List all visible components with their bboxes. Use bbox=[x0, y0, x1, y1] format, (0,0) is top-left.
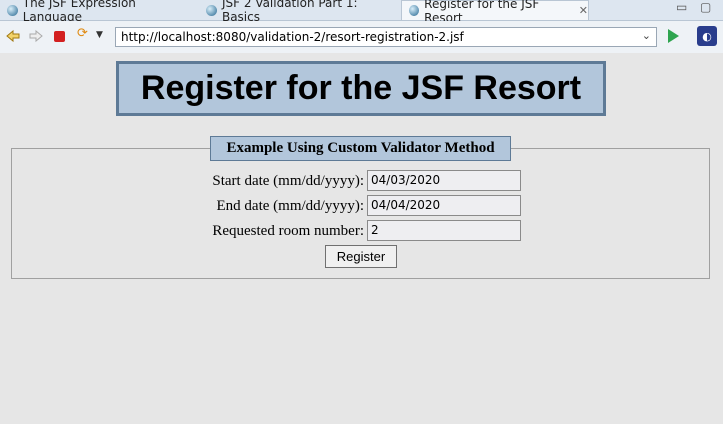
browser-app-icon[interactable]: ◐ bbox=[697, 26, 717, 46]
globe-icon bbox=[409, 5, 420, 16]
back-arrow-icon[interactable] bbox=[6, 29, 20, 43]
room-number-label: Requested room number: bbox=[212, 223, 364, 239]
page-title: Register for the JSF Resort bbox=[116, 61, 606, 116]
start-date-input[interactable]: 04/03/2020 bbox=[367, 170, 521, 191]
end-date-row: End date (mm/dd/yyyy): 04/04/2020 bbox=[0, 195, 723, 217]
fieldset-legend: Example Using Custom Validator Method bbox=[210, 136, 511, 161]
globe-icon bbox=[7, 4, 18, 16]
address-bar[interactable]: http://localhost:8080/validation-2/resor… bbox=[115, 27, 657, 47]
refresh-icon[interactable]: ⟳ bbox=[77, 26, 91, 41]
maximize-icon[interactable]: ▢ bbox=[700, 0, 711, 14]
forward-arrow-icon[interactable] bbox=[29, 29, 43, 43]
stop-icon[interactable] bbox=[54, 31, 65, 42]
url-text: http://localhost:8080/validation-2/resor… bbox=[121, 30, 464, 44]
start-date-row: Start date (mm/dd/yyyy): 04/03/2020 bbox=[0, 170, 723, 192]
globe-icon bbox=[206, 4, 217, 16]
minimize-icon[interactable]: ▭ bbox=[676, 0, 687, 14]
tab-jsf-expression-language[interactable]: The JSF Expression Language bbox=[0, 0, 195, 24]
tab-jsf2-validation-basics[interactable]: JSF 2 Validation Part 1: Basics bbox=[199, 0, 399, 24]
end-date-label: End date (mm/dd/yyyy): bbox=[216, 198, 364, 214]
start-date-label: Start date (mm/dd/yyyy): bbox=[212, 173, 364, 189]
end-date-input[interactable]: 04/04/2020 bbox=[367, 195, 521, 216]
tab-register-jsf-resort[interactable]: Register for the JSF Resort ✕ bbox=[401, 0, 589, 25]
go-icon[interactable] bbox=[668, 29, 679, 43]
history-dropdown-icon[interactable]: ▼ bbox=[96, 30, 110, 44]
chevron-down-icon[interactable]: ⌄ bbox=[642, 29, 651, 42]
tab-strip: The JSF Expression Language JSF 2 Valida… bbox=[0, 0, 723, 25]
room-number-input[interactable]: 2 bbox=[367, 220, 521, 241]
room-number-row: Requested room number: 2 bbox=[0, 220, 723, 242]
register-button[interactable]: Register bbox=[325, 245, 397, 268]
browser-toolbar: ⟳ ▼ http://localhost:8080/validation-2/r… bbox=[0, 21, 723, 53]
close-icon[interactable]: ✕ bbox=[579, 4, 588, 17]
